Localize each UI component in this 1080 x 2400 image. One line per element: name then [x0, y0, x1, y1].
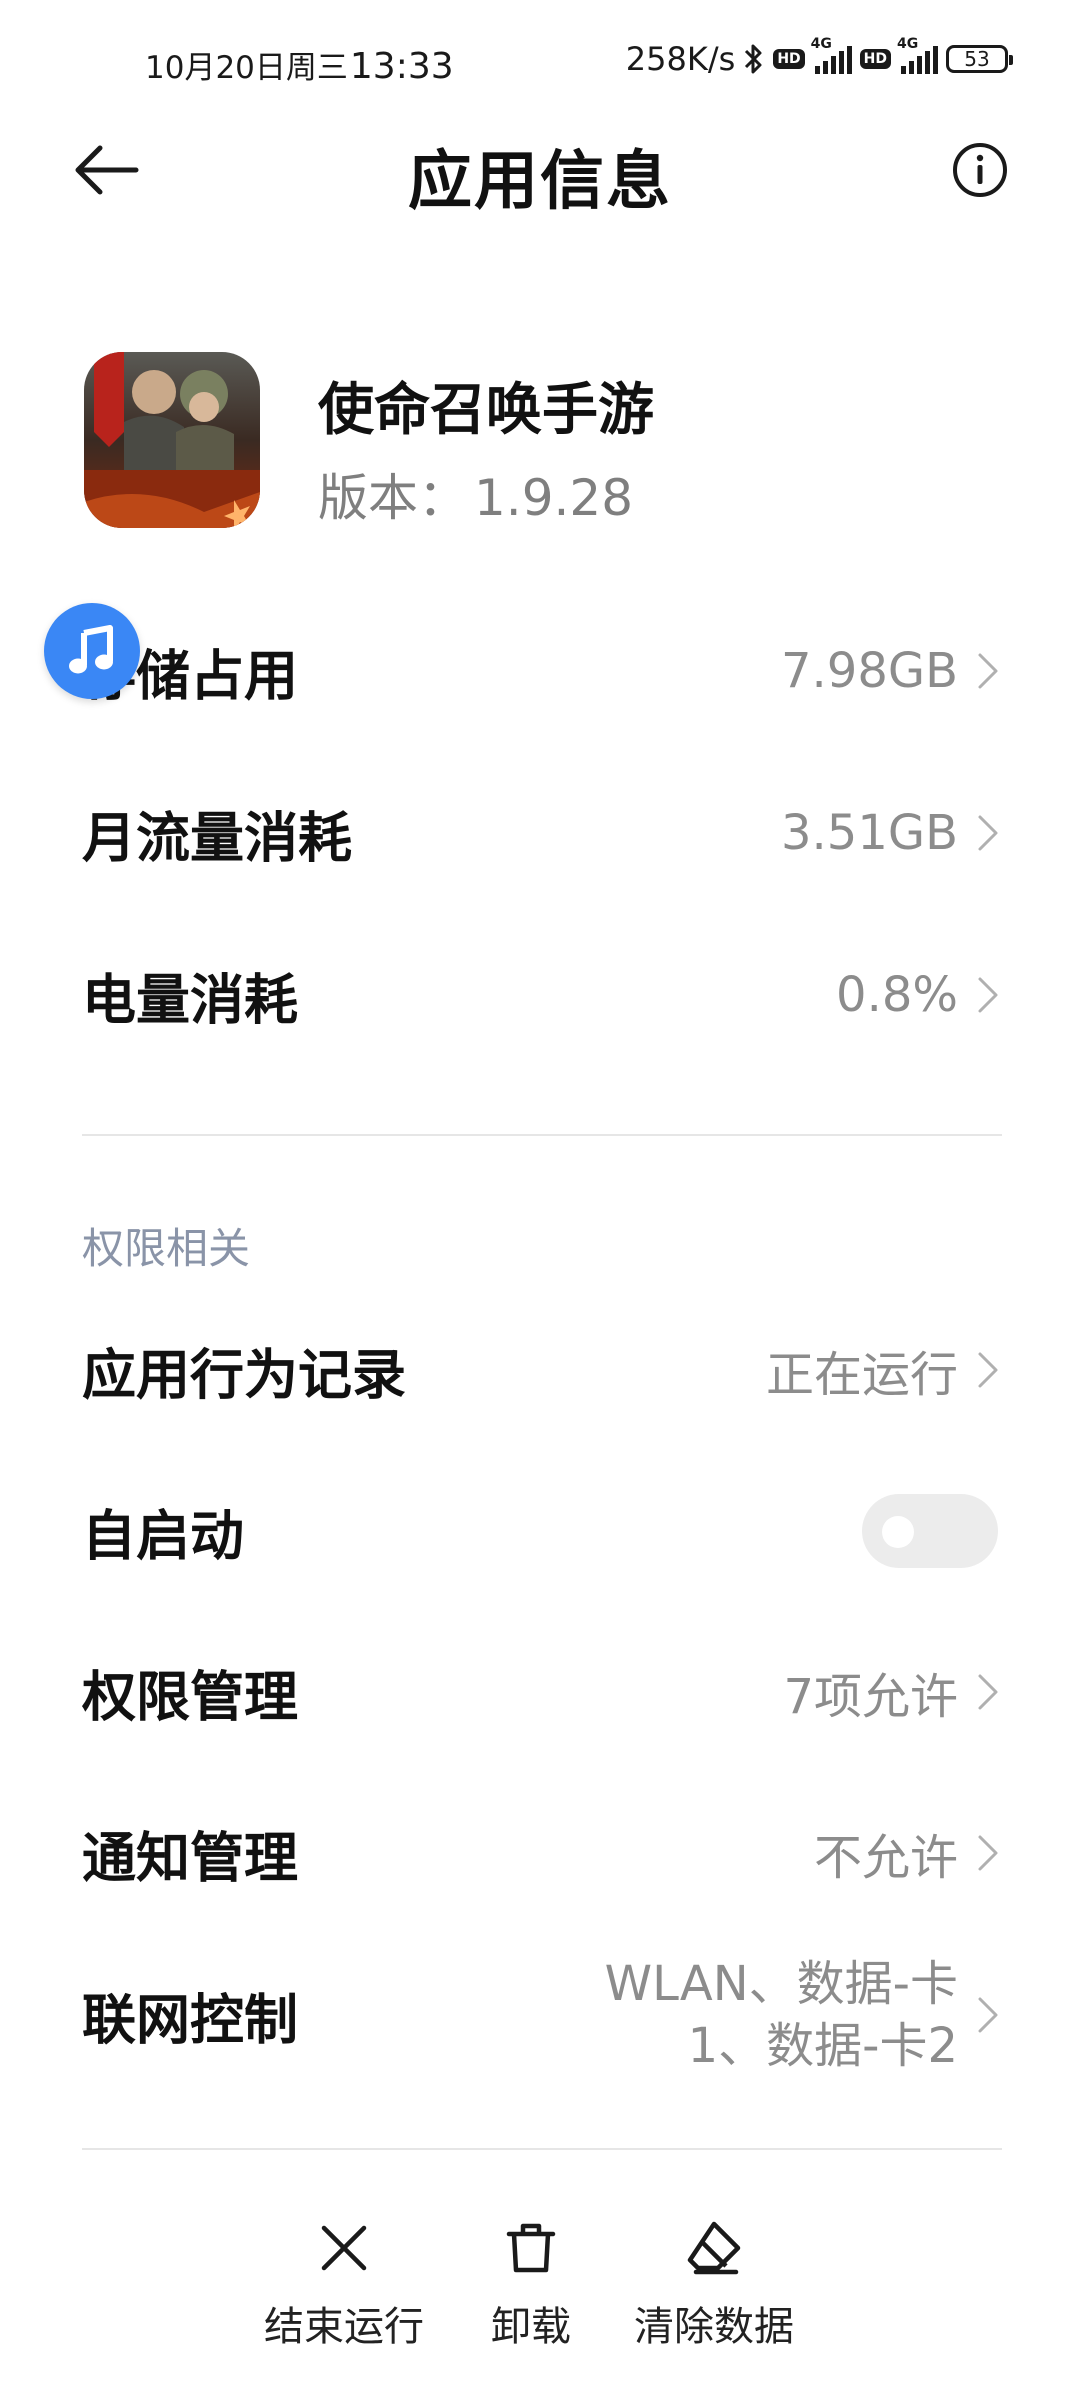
- close-icon: [321, 2225, 367, 2271]
- clear-data-button[interactable]: 清除数据: [624, 2220, 804, 2352]
- chevron-right-icon: [978, 815, 998, 851]
- row-value: 不允许: [813, 1830, 958, 1886]
- row-label: 联网控制: [82, 1988, 298, 2052]
- header: 应用信息: [0, 110, 1080, 230]
- row-label: 自启动: [82, 1504, 244, 1568]
- chevron-right-icon: [978, 1352, 998, 1388]
- status-clock: 13:33: [349, 46, 454, 87]
- battery-usage-row[interactable]: 电量消耗 0.8%: [0, 920, 1080, 1070]
- signal-strength-icon-2: 4G: [897, 36, 938, 74]
- force-stop-label: 结束运行: [264, 2304, 424, 2350]
- app-info-screen: 10月20日周三 13:33 258K/s HD 4G HD 4G 53 应用信…: [0, 0, 1080, 2400]
- hd-voice-badge-2: HD: [859, 49, 891, 69]
- notification-management-row[interactable]: 通知管理 不允许: [0, 1778, 1080, 1928]
- chevron-right-icon: [978, 653, 998, 689]
- bottom-action-bar: 结束运行 卸载 清除数据: [0, 2220, 1080, 2370]
- permissions-section-title: 权限相关: [82, 1224, 251, 1273]
- app-name: 使命召唤手游: [318, 378, 654, 443]
- uninstall-label: 卸载: [491, 2304, 571, 2350]
- app-icon: [84, 352, 260, 528]
- battery-icon: 53: [946, 45, 1013, 73]
- uninstall-button[interactable]: 卸载: [441, 2220, 621, 2352]
- info-icon[interactable]: [952, 142, 1008, 198]
- clear-data-label: 清除数据: [634, 2304, 794, 2350]
- row-label: 电量消耗: [82, 968, 298, 1032]
- row-value: 7.98GB: [781, 643, 958, 699]
- app-version-label: 版本：: [318, 469, 468, 527]
- trash-icon: [506, 2223, 556, 2273]
- bottom-divider: [82, 2148, 1002, 2150]
- row-value: 7项允许: [783, 1669, 958, 1725]
- storage-usage-row[interactable]: 存储占用 7.98GB: [0, 596, 1080, 746]
- row-label: 月流量消耗: [82, 806, 352, 870]
- page-title: 应用信息: [408, 145, 672, 219]
- data-usage-row[interactable]: 月流量消耗 3.51GB: [0, 758, 1080, 908]
- battery-level: 53: [964, 47, 990, 71]
- network-control-row[interactable]: 联网控制 WLAN、数据-卡 1、数据-卡2: [0, 1930, 1080, 2100]
- row-value: WLAN、数据-卡 1、数据-卡2: [605, 1953, 958, 2077]
- row-value-line-1: WLAN、数据-卡: [604, 1956, 958, 2012]
- floating-music-button[interactable]: [44, 603, 140, 699]
- app-version-line: 版本： 1.9.28: [318, 458, 633, 530]
- app-version-number: 1.9.28: [474, 469, 634, 527]
- network-speed: 258K/s: [625, 40, 736, 78]
- permission-management-row[interactable]: 权限管理 7项允许: [0, 1617, 1080, 1767]
- toggle-knob: [882, 1516, 914, 1548]
- section-divider: [82, 1134, 1002, 1136]
- chevron-right-icon: [978, 1674, 998, 1710]
- force-stop-button[interactable]: 结束运行: [254, 2220, 434, 2352]
- row-value: 0.8%: [836, 967, 958, 1023]
- status-date: 10月20日周三: [145, 50, 348, 86]
- music-note-icon: [69, 625, 113, 674]
- row-value: 正在运行: [765, 1347, 958, 1403]
- autostart-row[interactable]: 自启动: [0, 1456, 1080, 1606]
- row-label: 权限管理: [82, 1665, 298, 1729]
- row-label: 应用行为记录: [82, 1343, 406, 1407]
- status-bar: 10月20日周三 13:33 258K/s HD 4G HD 4G 53: [0, 0, 1080, 120]
- signal-strength-icon-1: 4G: [811, 36, 852, 74]
- row-value: 3.51GB: [781, 805, 958, 861]
- row-value-line-2: 1、数据-卡2: [687, 2018, 958, 2074]
- eraser-icon: [687, 2221, 741, 2275]
- status-time-group: 10月20日周三 13:33: [145, 42, 454, 87]
- row-label: 通知管理: [82, 1826, 298, 1890]
- bluetooth-icon: [745, 44, 762, 74]
- chevron-right-icon: [978, 977, 998, 1013]
- chevron-right-icon: [978, 1997, 998, 2033]
- chevron-right-icon: [978, 1835, 998, 1871]
- autostart-toggle[interactable]: [862, 1494, 998, 1568]
- app-behavior-record-row[interactable]: 应用行为记录 正在运行: [0, 1295, 1080, 1445]
- hd-voice-badge-1: HD: [773, 49, 805, 69]
- status-indicators: 258K/s HD 4G HD 4G 53: [625, 36, 1013, 78]
